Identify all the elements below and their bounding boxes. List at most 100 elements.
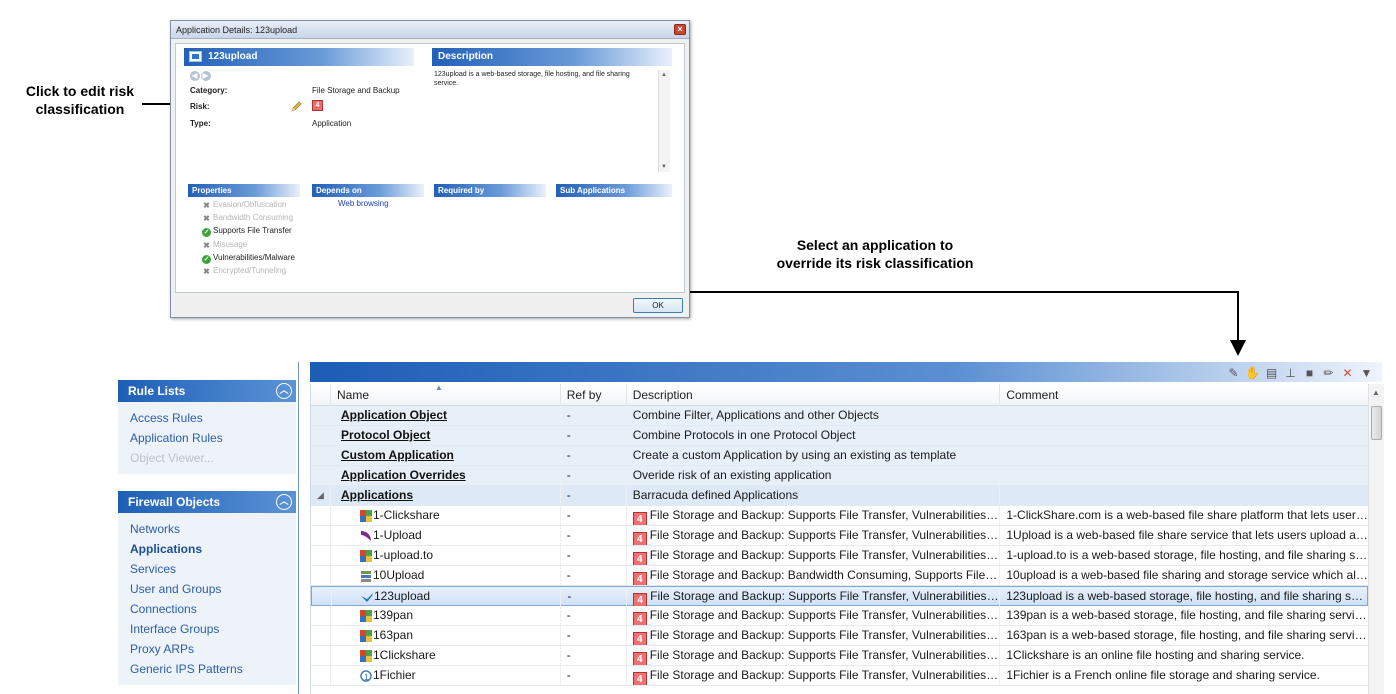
- forward-arrow-icon[interactable]: ▶: [201, 71, 211, 81]
- sidebar-item-proxy-arps[interactable]: Proxy ARPs: [118, 639, 296, 659]
- group-row[interactable]: Application Overrides - Overide risk of …: [311, 466, 1368, 486]
- sidebar-item-user-and-groups[interactable]: User and Groups: [118, 579, 296, 599]
- properties-icon[interactable]: ▤: [1264, 366, 1279, 381]
- property-item: ✖ Misusage: [203, 240, 248, 250]
- svg-text:1: 1: [364, 672, 369, 682]
- app-icon: [359, 650, 372, 662]
- ok-button[interactable]: OK: [633, 298, 683, 313]
- sidebar-item-object-viewer: Object Viewer...: [130, 451, 214, 465]
- table-row[interactable]: 1 1Fichier - 4 File Storage and Backup: Su…: [311, 666, 1368, 686]
- table-row[interactable]: 1Clickshare - 4 File Storage and Backup: …: [311, 646, 1368, 666]
- delete-icon[interactable]: ✕: [1340, 366, 1355, 381]
- group-name: Application Object: [331, 406, 561, 425]
- collapse-icon[interactable]: ︿: [276, 494, 292, 510]
- risk-badge: 4: [632, 552, 647, 565]
- property-item: ✖ Bandwidth Consuming: [203, 213, 294, 223]
- property-item: ✓ Supports File Transfer: [202, 226, 292, 237]
- check-icon: ✓: [202, 255, 211, 264]
- column-ref-by[interactable]: Ref by: [561, 384, 627, 406]
- collapse-icon[interactable]: ︿: [276, 383, 292, 399]
- sidebar-item-application-rules[interactable]: Application Rules: [118, 428, 296, 448]
- application-details-dialog: Application Details: 123upload × 123uplo…: [170, 20, 690, 318]
- back-arrow-icon[interactable]: ◀: [190, 71, 200, 81]
- group-row-expanded[interactable]: ◢ Applications - Barracuda defined Appli…: [311, 486, 1368, 506]
- properties-header: Properties: [188, 184, 300, 197]
- override-risk-icon[interactable]: ✎: [1226, 366, 1241, 381]
- risk-badge: 4: [632, 632, 647, 645]
- sidebar-item-services[interactable]: Services: [118, 559, 296, 579]
- app-icon: 1: [360, 670, 372, 682]
- required-by-header: Required by: [434, 184, 546, 197]
- depends-on-header: Depends on: [312, 184, 424, 197]
- risk-badge: 4: [632, 532, 647, 545]
- depends-on-link[interactable]: Web browsing: [338, 199, 389, 208]
- applications-grid: ▲ Name Ref by Description Comment Applica…: [310, 384, 1368, 694]
- risk-label: Risk:: [190, 102, 210, 111]
- table-row[interactable]: 1-upload.to - 4 File Storage and Backup: …: [311, 546, 1368, 566]
- scroll-thumb[interactable]: [1371, 406, 1382, 440]
- group-row[interactable]: Application Object - Combine Filter, App…: [311, 406, 1368, 426]
- risk-badge: 4: [632, 612, 647, 625]
- firewall-objects-header[interactable]: Firewall Objects ︿: [118, 491, 296, 513]
- dialog-body: 123upload Description ◀ ▶ Category: File …: [175, 43, 685, 293]
- description-scrollbar[interactable]: [658, 70, 670, 172]
- cross-icon: ✖: [203, 241, 210, 250]
- group-name: Custom Application: [331, 446, 561, 465]
- sidebar-item-interface-groups[interactable]: Interface Groups: [118, 619, 296, 639]
- group-name: Application Overrides: [331, 466, 561, 485]
- risk-badge: 4: [632, 512, 647, 525]
- filter-icon[interactable]: ▼: [1359, 366, 1374, 381]
- expand-arrow-icon[interactable]: ◢: [311, 486, 331, 505]
- app-icon: [359, 510, 372, 522]
- cross-icon: ✖: [203, 267, 210, 276]
- close-icon[interactable]: ×: [674, 24, 686, 35]
- property-item: ✓ Vulnerabilities/Malware: [202, 253, 295, 264]
- sidebar-item-networks[interactable]: Networks: [118, 519, 296, 539]
- app-icon: [360, 593, 373, 602]
- risk-badge: 4: [632, 672, 647, 685]
- objects-icon[interactable]: ■: [1302, 366, 1317, 381]
- table-row[interactable]: 139pan - 4 File Storage and Backup: Suppo…: [311, 606, 1368, 626]
- group-name: Protocol Object: [331, 426, 561, 445]
- app-icon: [360, 531, 371, 541]
- description-text: 123upload is a web-based storage, file h…: [434, 71, 630, 87]
- hand-icon[interactable]: ✋: [1245, 366, 1260, 381]
- table-row[interactable]: 10Upload - 4 File Storage and Backup: Ban…: [311, 566, 1368, 586]
- cross-icon: ✖: [203, 201, 210, 210]
- sidebar-item-connections[interactable]: Connections: [118, 599, 296, 619]
- category-label: Category:: [190, 86, 228, 95]
- table-row[interactable]: 1-Upload - 4 File Storage and Backup: Sup…: [311, 526, 1368, 546]
- dialog-titlebar: Application Details: 123upload ×: [171, 21, 689, 39]
- cross-icon: ✖: [203, 214, 210, 223]
- sidebar-item-generic-ips-patterns[interactable]: Generic IPS Patterns: [118, 659, 296, 679]
- edit-pencil-icon[interactable]: ✏: [1321, 366, 1336, 381]
- callout-select-app: Select an application to override its ri…: [776, 237, 974, 271]
- column-name[interactable]: ▲ Name: [331, 384, 561, 406]
- sidebar-divider: [298, 362, 299, 694]
- sidebar-item-applications[interactable]: Applications: [118, 539, 296, 559]
- group-name: Applications: [331, 486, 561, 505]
- pencil-icon[interactable]: [290, 101, 302, 113]
- app-icon: [360, 571, 371, 582]
- risk-badge: 4: [633, 593, 648, 606]
- group-row[interactable]: Custom Application - Create a custom App…: [311, 446, 1368, 466]
- group-row[interactable]: Protocol Object - Combine Protocols in o…: [311, 426, 1368, 446]
- vertical-scrollbar[interactable]: ▲: [1368, 384, 1384, 694]
- scroll-up-icon[interactable]: ▲: [1372, 388, 1380, 397]
- property-item: ✖ Encrypted/Tunneling: [203, 266, 287, 276]
- type-label: Type:: [190, 119, 211, 128]
- column-description[interactable]: Description: [627, 384, 1001, 406]
- grid-banner: [310, 362, 1382, 382]
- app-name: 123upload: [208, 51, 258, 62]
- column-comment[interactable]: Comment: [1000, 384, 1368, 406]
- property-item: ✖ Evasion/Obfuscation: [203, 200, 287, 210]
- table-row[interactable]: 163pan - 4 File Storage and Backup: Suppo…: [311, 626, 1368, 646]
- table-row[interactable]: 1-Clickshare - 4 File Storage and Backup:…: [311, 506, 1368, 526]
- table-row-selected[interactable]: 123upload - 4 File Storage and Backup: Su…: [311, 586, 1368, 606]
- grid-header: ▲ Name Ref by Description Comment: [311, 384, 1368, 406]
- app-icon: [359, 550, 372, 562]
- sidebar-item-access-rules[interactable]: Access Rules: [118, 408, 296, 428]
- sort-asc-icon: ▲: [434, 384, 443, 392]
- insert-icon[interactable]: ⊥: [1283, 366, 1298, 381]
- rule-lists-header[interactable]: Rule Lists ︿: [118, 380, 296, 402]
